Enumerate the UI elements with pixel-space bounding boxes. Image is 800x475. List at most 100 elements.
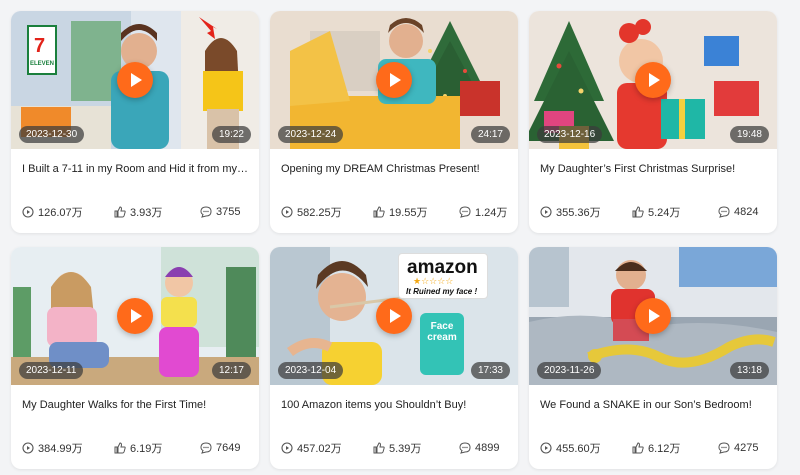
play-circle-icon <box>281 442 293 454</box>
video-card[interactable]: 2023-12-16 19:48 My Daughter’s First Chr… <box>529 11 777 233</box>
comment-bubble-icon <box>459 442 471 454</box>
views-stat: 355.36万 <box>540 204 601 220</box>
video-stats: 355.36万 5.24万 4824 <box>540 204 768 220</box>
likes-stat: 5.39万 <box>373 440 421 456</box>
video-card[interactable]: 2023-12-24 24:17 Opening my DREAM Christ… <box>270 11 518 233</box>
comment-bubble-icon <box>718 442 730 454</box>
comments-count: 1.24万 <box>475 207 508 219</box>
comments-stat: 3755 <box>200 204 240 220</box>
video-card[interactable]: 2023-11-26 13:18 We Found a SNAKE in our… <box>529 247 777 469</box>
video-stats: 457.02万 5.39万 4899 <box>281 440 509 456</box>
comments-count: 4899 <box>475 442 500 454</box>
likes-stat: 5.24万 <box>632 204 680 220</box>
likes-stat: 6.19万 <box>114 440 162 456</box>
views-stat: 384.99万 <box>22 440 83 456</box>
play-circle-icon <box>22 206 34 218</box>
views-stat: 457.02万 <box>281 440 342 456</box>
play-icon[interactable] <box>117 298 153 334</box>
upload-date: 2023-12-24 <box>278 126 344 143</box>
comment-bubble-icon <box>459 206 471 218</box>
upload-date: 2023-12-04 <box>278 362 344 379</box>
video-title[interactable]: We Found a SNAKE in our Son’s Bedroom! <box>540 399 768 411</box>
comment-bubble-icon <box>200 206 212 218</box>
play-icon[interactable] <box>635 62 671 98</box>
video-stats: 455.60万 6.12万 4275 <box>540 440 768 456</box>
face-cream-product: Face cream <box>420 313 464 375</box>
upload-date: 2023-11-26 <box>537 362 602 379</box>
views-count: 355.36万 <box>556 207 601 219</box>
comments-count: 7649 <box>216 442 241 454</box>
views-count: 384.99万 <box>38 443 83 455</box>
video-title[interactable]: My Daughter’s First Christmas Surprise! <box>540 163 768 175</box>
video-duration: 24:17 <box>470 126 510 143</box>
thumbs-up-icon <box>114 206 126 218</box>
video-duration: 13:18 <box>729 362 769 379</box>
video-thumbnail[interactable]: 2023-12-16 19:48 <box>529 11 777 149</box>
comments-stat: 7649 <box>200 440 240 456</box>
views-count: 457.02万 <box>297 443 342 455</box>
play-icon[interactable] <box>117 62 153 98</box>
video-card[interactable]: 2023-12-11 12:17 My Daughter Walks for t… <box>11 247 259 469</box>
views-count: 455.60万 <box>556 443 601 455</box>
likes-count: 5.24万 <box>648 207 681 219</box>
comments-count: 4275 <box>734 442 759 454</box>
video-card[interactable]: amazon ★☆☆☆☆ It Ruined my face ! Face cr… <box>270 247 518 469</box>
views-stat: 126.07万 <box>22 204 83 220</box>
review-quote: It Ruined my face ! <box>406 287 478 296</box>
rating-stars: ★☆☆☆☆ <box>413 276 454 286</box>
video-thumbnail[interactable]: 2023-11-26 13:18 <box>529 247 777 385</box>
video-title[interactable]: Opening my DREAM Christmas Present! <box>281 163 509 175</box>
upload-date: 2023-12-16 <box>537 126 603 143</box>
play-circle-icon <box>22 442 34 454</box>
video-stats: 126.07万 3.93万 3755 <box>22 204 250 220</box>
play-icon[interactable] <box>635 298 671 334</box>
likes-count: 6.19万 <box>130 443 163 455</box>
thumbs-up-icon <box>632 206 644 218</box>
video-card[interactable]: 7 ELEVEN 2023-12-30 19:22 I Built a 7-11… <box>11 11 259 233</box>
likes-stat: 6.12万 <box>632 440 680 456</box>
views-stat: 455.60万 <box>540 440 601 456</box>
comments-stat: 4899 <box>459 440 499 456</box>
likes-count: 5.39万 <box>389 443 422 455</box>
comment-bubble-icon <box>200 442 212 454</box>
video-duration: 19:22 <box>211 126 251 143</box>
views-count: 126.07万 <box>38 207 83 219</box>
likes-stat: 19.55万 <box>373 204 428 220</box>
video-title[interactable]: I Built a 7-11 in my Room and Hid it fro… <box>22 163 250 175</box>
video-duration: 19:48 <box>729 126 769 143</box>
thumbs-up-icon <box>373 206 385 218</box>
comments-count: 3755 <box>216 206 241 218</box>
video-title[interactable]: 100 Amazon items you Shouldn’t Buy! <box>281 399 509 411</box>
video-thumbnail[interactable]: 2023-12-11 12:17 <box>11 247 259 385</box>
likes-count: 19.55万 <box>389 207 428 219</box>
video-stats: 384.99万 6.19万 7649 <box>22 440 250 456</box>
comments-stat: 4275 <box>718 440 758 456</box>
comments-count: 4824 <box>734 206 759 218</box>
likes-count: 3.93万 <box>130 207 163 219</box>
amazon-review-card: amazon ★☆☆☆☆ It Ruined my face ! <box>398 253 488 299</box>
play-circle-icon <box>281 206 293 218</box>
play-icon[interactable] <box>376 298 412 334</box>
likes-stat: 3.93万 <box>114 204 162 220</box>
comment-bubble-icon <box>718 206 730 218</box>
video-duration: 12:17 <box>211 362 251 379</box>
upload-date: 2023-12-30 <box>19 126 85 143</box>
video-grid: 7 ELEVEN 2023-12-30 19:22 I Built a 7-11… <box>11 11 777 469</box>
thumbs-up-icon <box>632 442 644 454</box>
comments-stat: 4824 <box>718 204 758 220</box>
thumbs-up-icon <box>114 442 126 454</box>
video-thumbnail[interactable]: 7 ELEVEN 2023-12-30 19:22 <box>11 11 259 149</box>
thumbs-up-icon <box>373 442 385 454</box>
video-thumbnail[interactable]: 2023-12-24 24:17 <box>270 11 518 149</box>
video-stats: 582.25万 19.55万 1.24万 <box>281 204 509 220</box>
play-circle-icon <box>540 206 552 218</box>
views-stat: 582.25万 <box>281 204 342 220</box>
video-thumbnail[interactable]: amazon ★☆☆☆☆ It Ruined my face ! Face cr… <box>270 247 518 385</box>
play-icon[interactable] <box>376 62 412 98</box>
comments-stat: 1.24万 <box>459 204 507 220</box>
video-title[interactable]: My Daughter Walks for the First Time! <box>22 399 250 411</box>
seven-eleven-logo: 7 ELEVEN <box>27 25 57 75</box>
views-count: 582.25万 <box>297 207 342 219</box>
play-circle-icon <box>540 442 552 454</box>
video-duration: 17:33 <box>470 362 510 379</box>
